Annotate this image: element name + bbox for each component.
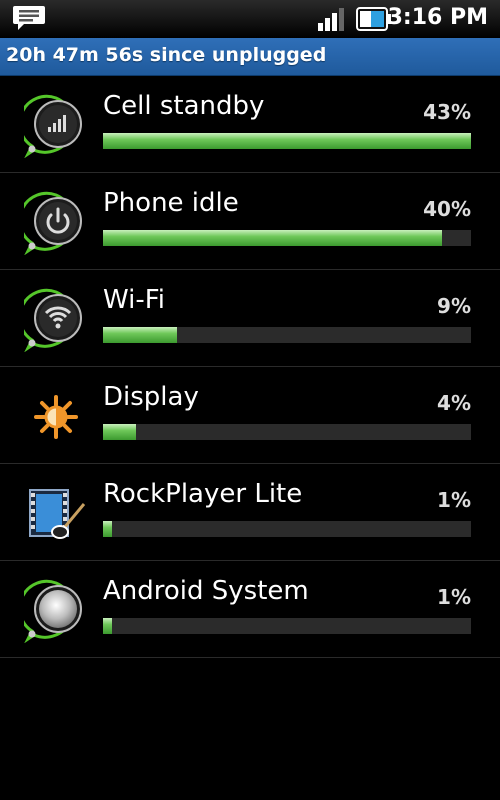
usage-bar-fill <box>103 424 137 440</box>
unplugged-duration-header: 20h 47m 56s since unplugged <box>0 38 500 76</box>
signal-bars-icon <box>24 94 82 158</box>
list-item-android-system[interactable]: Android System 1% <box>0 561 500 658</box>
list-item-wifi[interactable]: Wi-Fi 9% <box>0 270 500 367</box>
status-bar: 3:16 PM <box>0 0 500 38</box>
brightness-icon <box>34 395 78 439</box>
usage-bar <box>103 618 471 634</box>
item-percent: 40% <box>423 197 471 221</box>
usage-bar-fill <box>103 618 113 634</box>
item-percent: 1% <box>437 488 471 512</box>
item-percent: 43% <box>423 100 471 124</box>
item-name: RockPlayer Lite <box>103 479 303 509</box>
usage-bar-fill <box>103 327 177 343</box>
list-item-rockplayer-lite[interactable]: RockPlayer Lite 1% <box>0 464 500 561</box>
item-percent: 4% <box>437 391 471 415</box>
item-name: Display <box>103 382 199 412</box>
header-title: 20h 47m 56s since unplugged <box>6 44 327 66</box>
item-percent: 9% <box>437 294 471 318</box>
usage-bar-fill <box>103 133 471 149</box>
battery-usage-list: Cell standby 43% Phone idle 40% Wi-Fi 9%… <box>0 76 500 658</box>
usage-bar <box>103 327 471 343</box>
item-name: Android System <box>103 576 309 606</box>
list-item-cell-standby[interactable]: Cell standby 43% <box>0 76 500 173</box>
signal-strength-icon <box>318 8 344 31</box>
list-item-display[interactable]: Display 4% <box>0 367 500 464</box>
usage-bar <box>103 230 471 246</box>
android-system-icon <box>24 579 82 643</box>
message-notification-icon[interactable] <box>12 4 46 32</box>
usage-bar <box>103 424 471 440</box>
usage-bar-fill <box>103 230 442 246</box>
power-icon <box>24 191 82 255</box>
wifi-icon <box>24 288 82 352</box>
usage-bar <box>103 521 471 537</box>
item-name: Phone idle <box>103 188 239 218</box>
item-name: Wi-Fi <box>103 285 166 315</box>
item-name: Cell standby <box>103 91 265 121</box>
rockplayer-app-icon <box>29 489 86 539</box>
battery-icon <box>356 7 391 31</box>
usage-bar-fill <box>103 521 113 537</box>
list-item-phone-idle[interactable]: Phone idle 40% <box>0 173 500 270</box>
item-percent: 1% <box>437 585 471 609</box>
usage-bar <box>103 133 471 149</box>
clock: 3:16 PM <box>387 5 488 30</box>
